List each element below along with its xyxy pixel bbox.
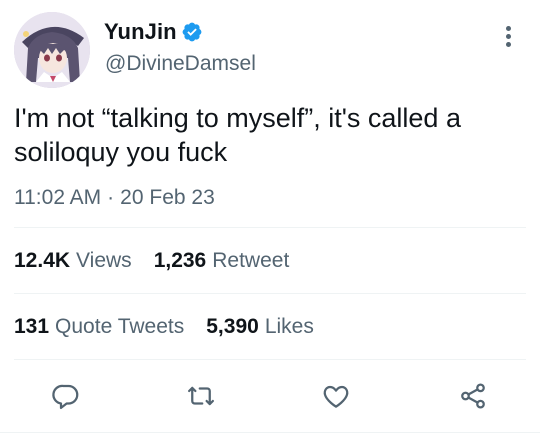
- tweet-text: I'm not “talking to myself”, it's called…: [14, 103, 461, 167]
- views-count: 12.4K: [14, 249, 71, 272]
- verified-badge-icon: [181, 21, 203, 43]
- divider: [14, 293, 526, 294]
- more-vertical-icon[interactable]: [496, 22, 520, 50]
- avatar-image: [14, 12, 90, 88]
- tweet-time[interactable]: 11:02 AM: [14, 186, 101, 210]
- divider: [0, 432, 540, 433]
- quote-tweets-label[interactable]: Quote Tweets: [55, 315, 184, 339]
- views-label: Views: [76, 249, 132, 272]
- share-button[interactable]: [455, 378, 491, 414]
- reply-icon: [52, 384, 79, 409]
- author-handle[interactable]: @DivineDamsel: [105, 52, 256, 76]
- tweet-detail: YunJin @DivineDamsel I'm not “talking to…: [0, 0, 540, 441]
- action-bar: [0, 372, 540, 422]
- stats-row-quotes-likes: 131 Quote Tweets 5,390 Likes: [14, 315, 314, 339]
- avatar[interactable]: [14, 12, 90, 88]
- timestamp-separator: ·: [107, 186, 115, 209]
- retweet-icon: [188, 386, 214, 406]
- tweet-timestamp[interactable]: 11:02 AM · 20 Feb 23: [14, 186, 215, 210]
- retweets-label[interactable]: Retweet: [212, 249, 289, 273]
- like-button[interactable]: [318, 378, 354, 414]
- divider: [14, 227, 526, 228]
- tweet-date[interactable]: 20 Feb 23: [120, 186, 215, 210]
- display-name[interactable]: YunJin: [104, 19, 177, 45]
- likes-label[interactable]: Likes: [265, 315, 314, 339]
- retweets-count[interactable]: 1,236: [154, 249, 207, 273]
- author-name-row[interactable]: YunJin: [104, 18, 203, 46]
- stats-row-views-retweets: 12.4K Views 1,236 Retweet: [14, 249, 289, 273]
- likes-count[interactable]: 5,390: [206, 315, 259, 339]
- quote-tweets-count[interactable]: 131: [14, 315, 49, 339]
- reply-button[interactable]: [48, 378, 84, 414]
- divider: [14, 359, 526, 360]
- share-icon: [461, 383, 485, 409]
- heart-icon: [323, 385, 349, 408]
- retweet-button[interactable]: [183, 378, 219, 414]
